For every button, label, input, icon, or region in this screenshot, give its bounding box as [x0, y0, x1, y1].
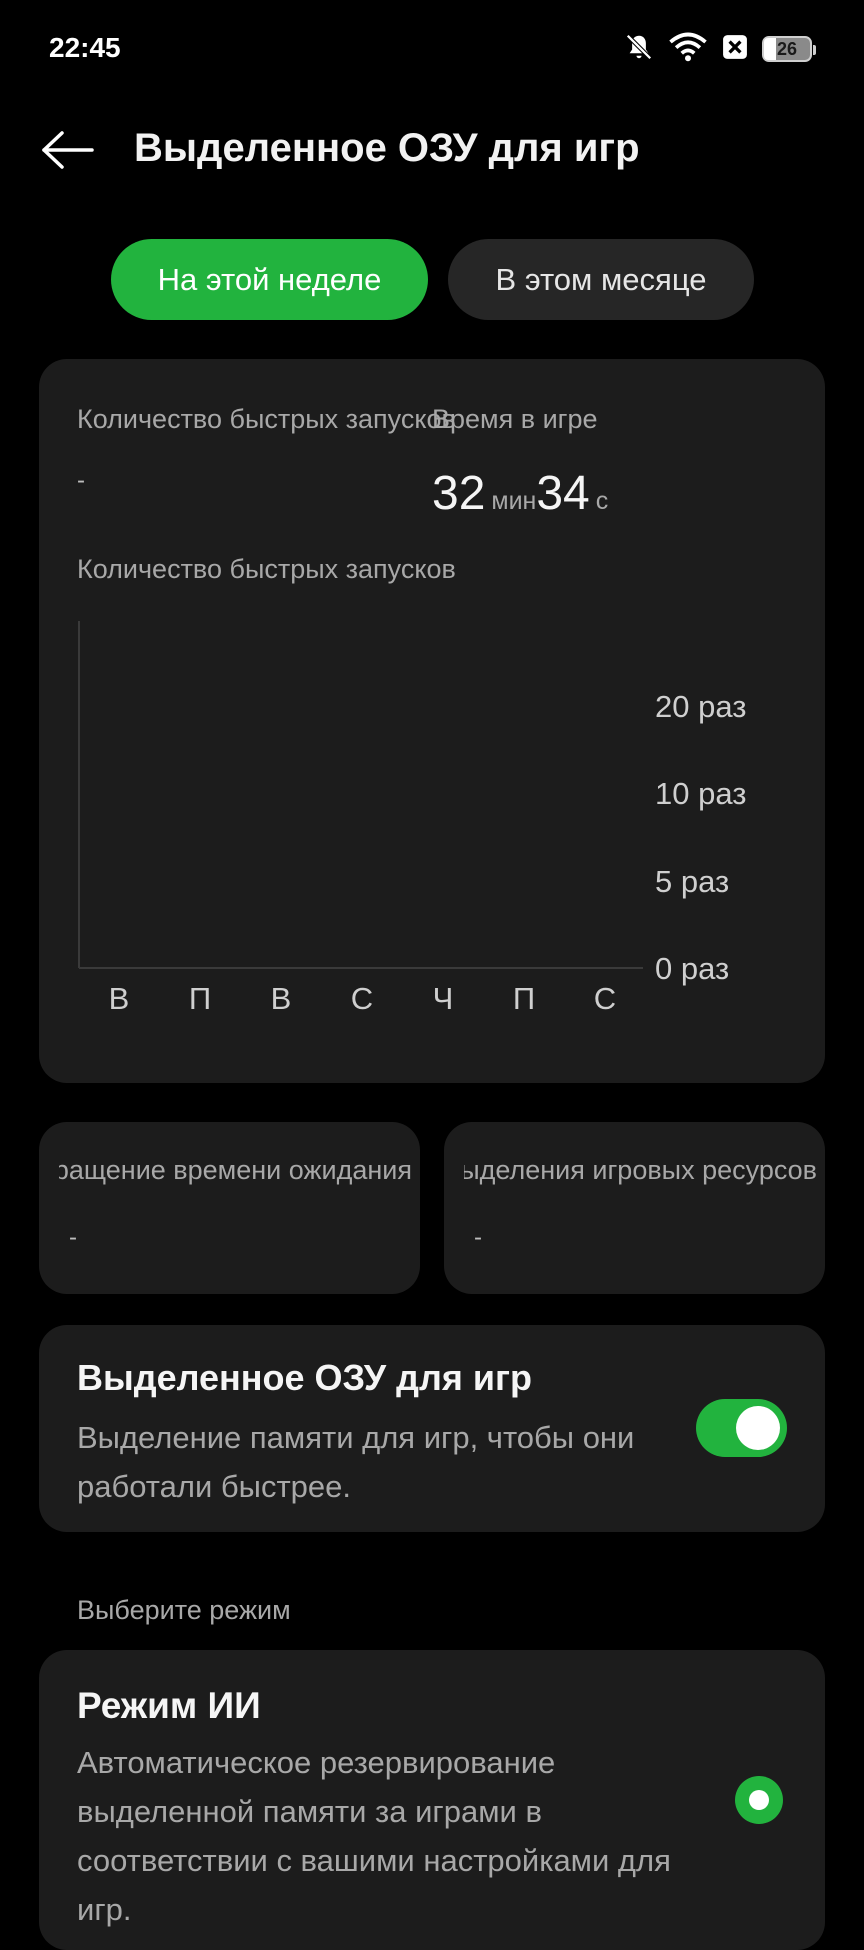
- status-icons: 26: [624, 32, 816, 67]
- header: Выделенное ОЗУ для игр: [0, 110, 864, 190]
- battery-icon: 26: [762, 36, 816, 62]
- mode-title: Режим ИИ: [77, 1685, 261, 1726]
- battery-level: 26: [776, 38, 798, 59]
- radio-dot: [749, 1790, 769, 1810]
- switch-knob: [736, 1406, 780, 1450]
- chart-x-tick-3: С: [351, 981, 373, 1016]
- chart-x-tick-4: Ч: [433, 981, 454, 1016]
- status-bar: 22:45 26: [0, 0, 864, 100]
- chart-x-tick-5: П: [513, 981, 535, 1016]
- tab-this-month[interactable]: В этом месяце: [448, 239, 754, 320]
- mode-section-header: Выберите режим: [77, 1595, 291, 1625]
- chart-x-tick-1: П: [189, 981, 211, 1016]
- resource-allocation-value: -: [474, 1224, 482, 1251]
- dedicated-ram-toggle-card: Выделенное ОЗУ для игр Выделение памяти …: [39, 1325, 825, 1532]
- wait-time-reduction-value: -: [69, 1224, 77, 1251]
- arrow-left-icon: [42, 131, 94, 169]
- mode-description: Автоматическое резервирование выделенной…: [77, 1745, 671, 1927]
- chart-y-tick-2: 10 раз: [655, 776, 746, 811]
- tab-this-week[interactable]: На этой неделе: [111, 239, 428, 320]
- chart-x-tick-2: В: [271, 981, 292, 1016]
- chart-x-tick-0: В: [109, 981, 130, 1016]
- wait-time-reduction-card: Сокращение времени ожидания -: [39, 1122, 420, 1294]
- resource-allocation-card: Выделения игровых ресурсов -: [444, 1122, 825, 1294]
- dedicated-ram-title: Выделенное ОЗУ для игр: [77, 1357, 532, 1398]
- status-time: 22:45: [49, 32, 121, 63]
- chart-y-tick-1: 5 раз: [655, 864, 729, 899]
- mode-ai-radio[interactable]: [735, 1776, 783, 1824]
- chart-y-tick-0: 0 раз: [655, 951, 729, 986]
- dedicated-ram-description: Выделение памяти для игр, чтобы они рабо…: [77, 1420, 635, 1504]
- x-box-icon: [722, 34, 748, 65]
- bell-off-icon: [624, 32, 654, 67]
- stats-card: Количество быстрых запусков Время в игре…: [39, 359, 825, 1083]
- period-tabs: На этой неделе В этом месяце: [111, 239, 754, 320]
- back-button[interactable]: [38, 124, 98, 176]
- wait-time-reduction-label: Сокращение времени ожидания: [59, 1155, 412, 1185]
- page-title: Выделенное ОЗУ для игр: [134, 126, 640, 170]
- resource-allocation-label: Выделения игровых ресурсов: [464, 1155, 817, 1185]
- mode-item-ai[interactable]: Режим ИИ Автоматическое резервирование в…: [39, 1650, 825, 1950]
- chart-y-tick-3: 20 раз: [655, 689, 746, 724]
- wifi-icon: [668, 32, 708, 67]
- quick-launch-chart: 0 раз 5 раз 10 раз 20 раз В П В С Ч П С: [78, 621, 746, 1016]
- chart-x-tick-6: С: [594, 981, 616, 1016]
- dedicated-ram-switch[interactable]: [696, 1399, 787, 1457]
